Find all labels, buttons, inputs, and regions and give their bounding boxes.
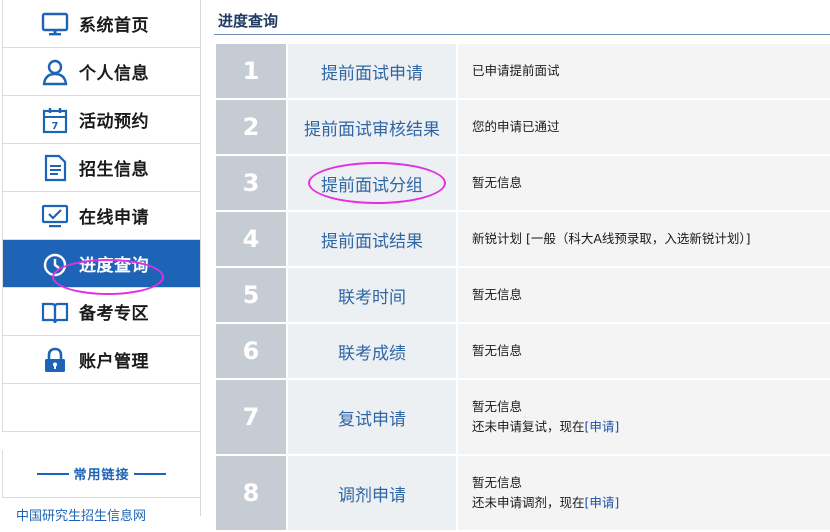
step-name: 提前面试审核结果 — [288, 100, 456, 154]
sidebar-item-account[interactable]: 账户管理 — [2, 336, 200, 384]
status-text: 已申请提前面试 — [472, 63, 560, 78]
sidebar-item-label: 个人信息 — [79, 64, 149, 84]
step-status: 暂无信息 — [458, 268, 830, 322]
main-content: 进度查询 1 提前面试申请 已申请提前面试 2 提前面试审核结果 您的申请已通过… — [214, 0, 830, 530]
sidebar-item-label: 活动预约 — [79, 112, 149, 132]
table-row: 7 复试申请 暂无信息 还未申请复试，现在[申请] — [216, 380, 830, 454]
step-number: 8 — [216, 456, 286, 530]
step-name: 联考时间 — [288, 268, 456, 322]
lock-icon — [41, 346, 69, 374]
table-row: 2 提前面试审核结果 您的申请已通过 — [216, 100, 830, 154]
step-name: 复试申请 — [288, 380, 456, 454]
divider — [214, 34, 830, 35]
status-text: 暂无信息 — [472, 175, 523, 190]
step-number: 6 — [216, 324, 286, 378]
step-status: 暂无信息 还未申请复试，现在[申请] — [458, 380, 830, 454]
step-status: 您的申请已通过 — [458, 100, 830, 154]
sidebar: 系统首页 个人信息 7 活动预约 招生信息 在线申请 进度查询 备考专区 账户管… — [2, 0, 201, 524]
status-note: 还未申请调剂，现在 — [472, 495, 585, 510]
apply-adjustment-link[interactable]: [申请] — [585, 495, 620, 510]
status-text: 您的申请已通过 — [472, 119, 560, 134]
table-row: 1 提前面试申请 已申请提前面试 — [216, 44, 830, 98]
sidebar-item-profile[interactable]: 个人信息 — [2, 48, 200, 96]
divider — [133, 472, 166, 475]
sidebar-item-booking[interactable]: 7 活动预约 — [2, 96, 200, 144]
step-name: 联考成绩 — [288, 324, 456, 378]
status-text: 新锐计划 [一般（科大A线预录取，入选新锐计划）] — [472, 231, 751, 246]
status-text: 还未申请调剂，现在[申请] — [472, 493, 830, 513]
document-icon — [41, 154, 69, 182]
step-name: 调剂申请 — [288, 456, 456, 530]
step-name: 提前面试申请 — [288, 44, 456, 98]
links-section-header: 常用链接 — [2, 450, 200, 498]
step-status: 新锐计划 [一般（科大A线预录取，入选新锐计划）] — [458, 212, 830, 266]
clock-icon — [41, 250, 69, 278]
sidebar-item-label: 在线申请 — [79, 208, 149, 228]
step-number: 2 — [216, 100, 286, 154]
sidebar-item-progress[interactable]: 进度查询 — [2, 240, 200, 288]
step-status: 暂无信息 还未申请调剂，现在[申请] — [458, 456, 830, 530]
progress-table: 1 提前面试申请 已申请提前面试 2 提前面试审核结果 您的申请已通过 3 提前… — [216, 44, 830, 532]
status-text: 暂无信息 — [472, 475, 523, 490]
sidebar-item-label: 账户管理 — [79, 352, 149, 372]
book-icon — [41, 298, 69, 326]
table-row: 4 提前面试结果 新锐计划 [一般（科大A线预录取，入选新锐计划）] — [216, 212, 830, 266]
table-row: 5 联考时间 暂无信息 — [216, 268, 830, 322]
table-row: 3 提前面试分组 暂无信息 — [216, 156, 830, 210]
sidebar-item-label: 招生信息 — [79, 160, 149, 180]
step-number: 3 — [216, 156, 286, 210]
divider — [37, 472, 70, 475]
sidebar-item-exam-prep[interactable]: 备考专区 — [2, 288, 200, 336]
sidebar-item-label: 系统首页 — [79, 16, 149, 36]
step-number: 4 — [216, 212, 286, 266]
status-text: 暂无信息 — [472, 287, 523, 302]
monitor-icon — [41, 10, 69, 38]
link-item[interactable]: 中国研究生招生信息网 — [16, 505, 146, 524]
sidebar-item-online-apply[interactable]: 在线申请 — [2, 192, 200, 240]
svg-text:7: 7 — [52, 121, 59, 132]
status-text: 还未申请复试，现在[申请] — [472, 417, 830, 437]
links-title: 常用链接 — [73, 468, 130, 483]
step-name: 提前面试分组 — [288, 156, 456, 210]
step-status: 已申请提前面试 — [458, 44, 830, 98]
sidebar-spacer — [2, 384, 200, 432]
sidebar-item-admissions[interactable]: 招生信息 — [2, 144, 200, 192]
step-status: 暂无信息 — [458, 324, 830, 378]
apply-retest-link[interactable]: [申请] — [585, 419, 620, 434]
status-note: 还未申请复试，现在 — [472, 419, 585, 434]
sidebar-item-label: 进度查询 — [79, 256, 149, 276]
table-row: 8 调剂申请 暂无信息 还未申请调剂，现在[申请] — [216, 456, 830, 530]
step-number: 7 — [216, 380, 286, 454]
step-number: 1 — [216, 44, 286, 98]
step-number: 5 — [216, 268, 286, 322]
status-text: 暂无信息 — [472, 343, 523, 358]
page-title: 进度查询 — [218, 12, 279, 30]
step-status: 暂无信息 — [458, 156, 830, 210]
status-text: 暂无信息 — [472, 399, 523, 414]
user-icon — [41, 58, 69, 86]
sidebar-item-home[interactable]: 系统首页 — [2, 0, 200, 48]
table-row: 6 联考成绩 暂无信息 — [216, 324, 830, 378]
step-name: 提前面试结果 — [288, 212, 456, 266]
sidebar-item-label: 备考专区 — [79, 304, 149, 324]
online-apply-icon — [41, 202, 69, 230]
calendar-icon: 7 — [41, 106, 69, 134]
